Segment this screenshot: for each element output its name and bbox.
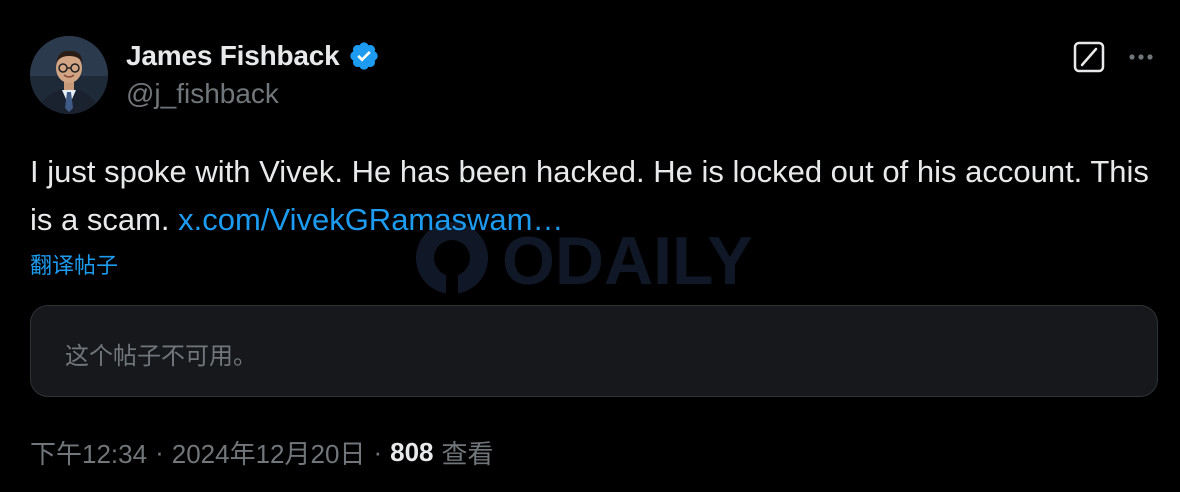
separator: · (155, 437, 164, 467)
post-metadata: 下午12:34 · 2024年12月20日 · 808 查看 (30, 434, 494, 471)
avatar[interactable] (30, 36, 108, 114)
verified-badge-icon (349, 42, 378, 70)
grok-button[interactable] (1072, 40, 1106, 74)
post-text: I just spoke with Vivek. He has been hac… (30, 148, 1150, 244)
views-count: 808 (390, 437, 434, 467)
views-label: 查看 (441, 439, 494, 469)
more-options-button[interactable] (1124, 40, 1158, 74)
post-time[interactable]: 下午12:34 (30, 434, 147, 471)
post-link[interactable]: x.com/VivekGRamaswam… (178, 202, 563, 237)
author-name[interactable]: James Fishback (126, 40, 340, 72)
author-handle[interactable]: @j_fishback (126, 78, 279, 110)
grok-icon (1073, 41, 1105, 73)
separator: · (373, 437, 383, 467)
unavailable-message: 这个帖子不可用。 (65, 343, 257, 370)
more-options-icon (1129, 54, 1153, 60)
post: James Fishback @j_fishback ODAILY I just… (0, 0, 1180, 492)
avatar-image (30, 36, 108, 114)
post-date[interactable]: 2024年12月20日 (172, 434, 366, 471)
author-name-row: James Fishback (126, 38, 380, 74)
translate-post-link[interactable]: 翻译帖子 (30, 248, 118, 280)
quoted-post-unavailable-card: 这个帖子不可用。 (30, 305, 1158, 397)
